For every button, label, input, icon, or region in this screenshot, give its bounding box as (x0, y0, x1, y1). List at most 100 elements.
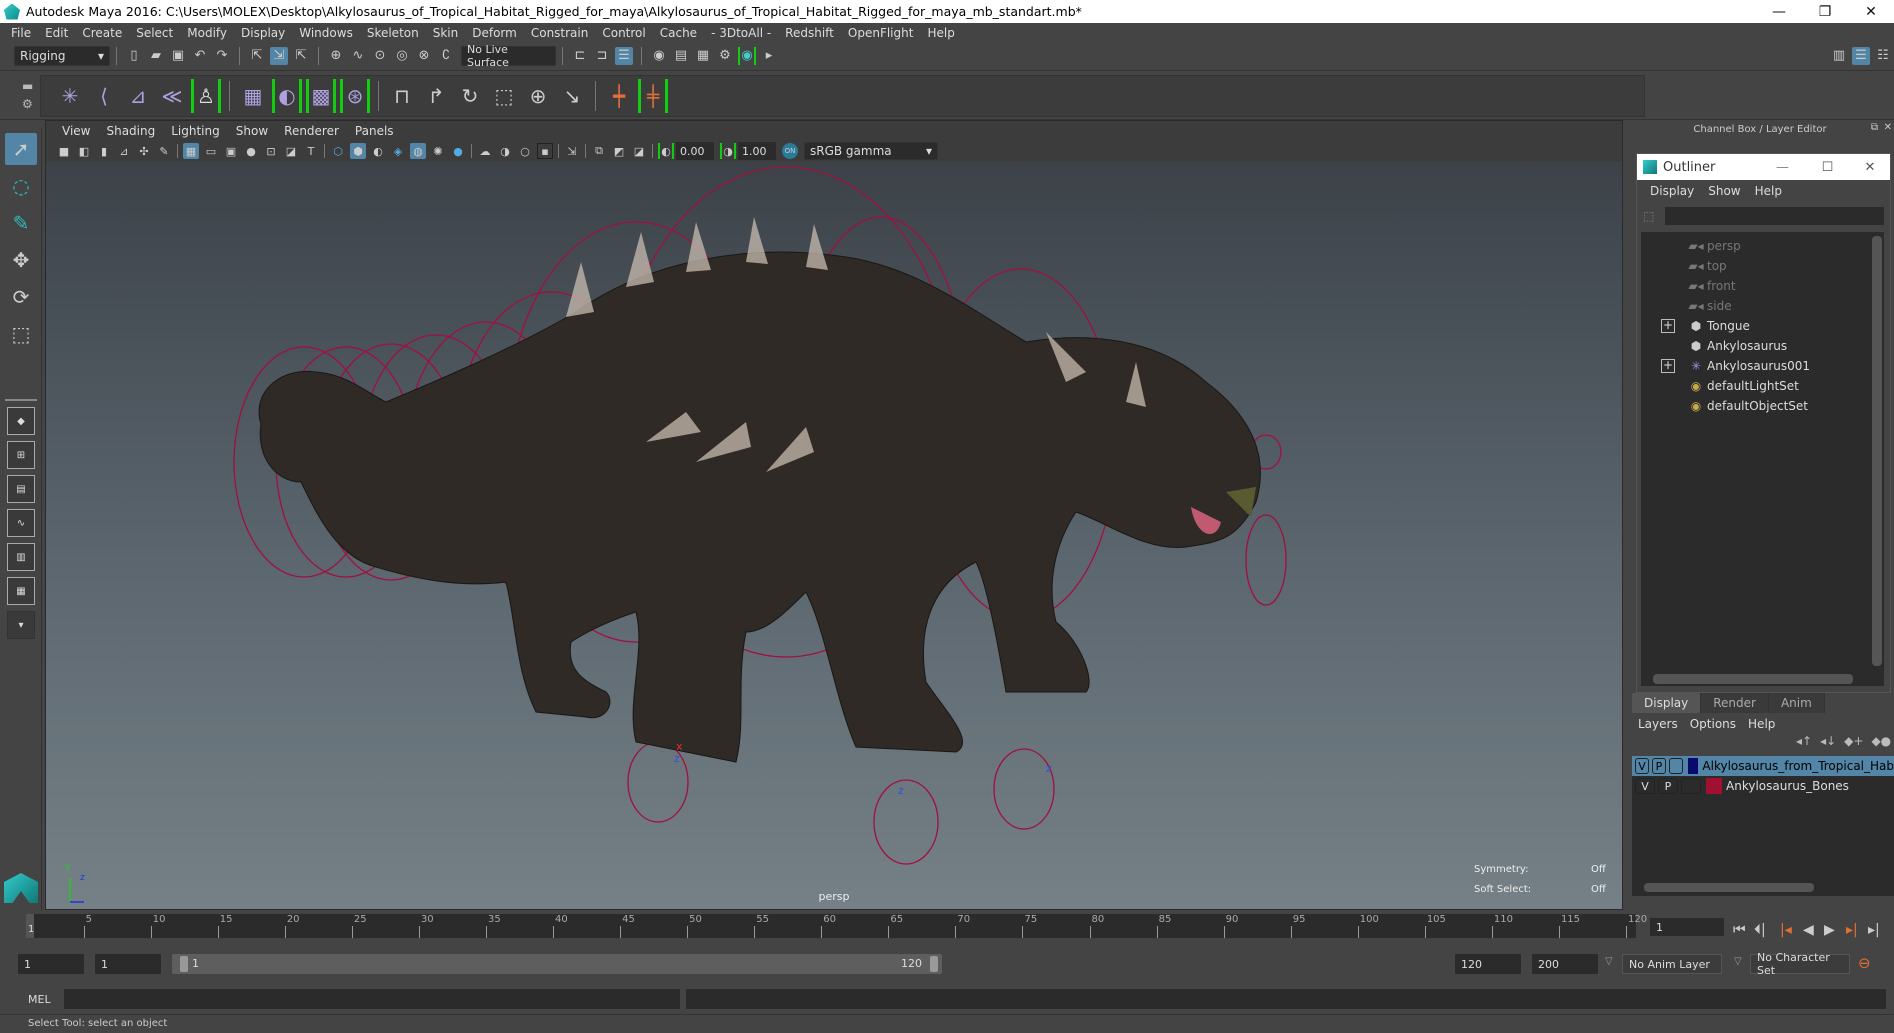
shelf-menu-icon[interactable]: ▬ (22, 79, 33, 93)
render-settings-icon[interactable]: ⚙ (716, 47, 734, 65)
character-set-field[interactable]: No Character Set (1750, 951, 1850, 977)
tool-settings-icon[interactable]: ☷ (1874, 47, 1892, 65)
camera-attributes-icon[interactable]: ◧ (76, 143, 92, 159)
vp-menu-lighting[interactable]: Lighting (163, 124, 228, 138)
tab-anim[interactable]: Anim (1768, 693, 1825, 713)
snap-point-icon[interactable]: ⊙ (371, 47, 389, 65)
hud-icon[interactable]: ◪ (631, 143, 647, 159)
viewport-scene[interactable]: x z z z y z Symmetry: Off Soft Select: O… (46, 162, 1622, 909)
wireframe-on-shaded-icon[interactable]: ◐ (370, 143, 386, 159)
field-chart-icon[interactable]: ⊡ (263, 143, 279, 159)
step-back-key-icon[interactable]: |◂ (1780, 922, 1792, 938)
exposure-field[interactable]: 0.00 (676, 142, 714, 160)
scale-tool-icon[interactable]: ⬚ (5, 318, 37, 350)
modeling-toolkit-icon[interactable]: ▥ (1830, 47, 1848, 65)
ipr-render-icon[interactable]: ▦ (694, 47, 712, 65)
gate-mask-icon[interactable]: ● (243, 143, 259, 159)
smooth-shade-icon[interactable]: ⬢ (350, 143, 366, 159)
jaw-control[interactable] (1245, 514, 1287, 606)
outliner-item-front[interactable]: ▰◂ front (1641, 276, 1884, 296)
outliner-item-persp[interactable]: ▰◂ persp (1641, 236, 1884, 256)
layer-row[interactable]: V P Alkylosaurus_from_Tropical_Hab (1632, 756, 1894, 776)
vp-menu-view[interactable]: View (54, 124, 98, 138)
wireframe-icon[interactable]: ⬡ (330, 143, 346, 159)
persp-outliner-layout-icon[interactable]: ▤ (7, 475, 35, 503)
expand-icon[interactable]: + (1661, 359, 1675, 373)
layer-playback-toggle[interactable]: P (1651, 758, 1666, 774)
point-constraint-icon[interactable]: ↱ (421, 79, 451, 113)
outliner-menu-help[interactable]: Help (1748, 184, 1789, 198)
auto-key-icon[interactable]: ⊖ (1858, 954, 1871, 972)
outliner-item-side[interactable]: ▰◂ side (1641, 296, 1884, 316)
outliner-item-ankylosaurus[interactable]: ⬢ Ankylosaurus (1641, 336, 1884, 356)
menu-skin[interactable]: Skin (426, 26, 466, 40)
aim-constraint-icon[interactable]: ⊕ (523, 79, 553, 113)
cluster-icon[interactable]: ⊛ (340, 79, 370, 113)
construction-history-icon[interactable]: ☰ (615, 46, 633, 65)
move-layer-down-icon[interactable]: ◂↓ (1820, 734, 1836, 748)
character-set-dropdown-icon[interactable]: ▽ (1734, 956, 1742, 967)
layer-display-type-toggle[interactable] (1668, 758, 1683, 774)
set-driven-key-icon[interactable]: ┿ (604, 79, 634, 113)
play-forwards-icon[interactable]: ▶ (1824, 922, 1835, 938)
exposure-icon[interactable]: ◐ (658, 143, 674, 159)
gamma-icon[interactable]: ◑ (720, 143, 736, 159)
color-management-toggle-icon[interactable]: ON (782, 143, 798, 159)
safe-title-icon[interactable]: T (303, 143, 319, 159)
vp-menu-panels[interactable]: Panels (347, 124, 402, 138)
anti-aliasing-icon[interactable]: ◑ (497, 143, 513, 159)
ankylosaurus-model[interactable] (258, 217, 1261, 763)
close-button[interactable]: ✕ (1850, 160, 1890, 175)
textured-icon[interactable]: ◈ (390, 143, 406, 159)
outliner-item-defaultobjectset[interactable]: ◉ defaultObjectSet (1641, 396, 1884, 416)
vp-menu-shading[interactable]: Shading (98, 124, 163, 138)
parent-constraint-icon[interactable]: ⊓ (387, 79, 417, 113)
layer-menu-layers[interactable]: Layers (1632, 717, 1684, 731)
animation-end-field[interactable]: 200 (1532, 954, 1598, 974)
redo-icon[interactable]: ↷ (213, 47, 231, 65)
foot-control-back-right[interactable] (993, 748, 1055, 830)
snap-curve-icon[interactable]: ∿ (349, 47, 367, 65)
tab-render[interactable]: Render (1701, 693, 1769, 713)
menu-openflight[interactable]: OpenFlight (841, 26, 921, 40)
filter-icon[interactable]: ⬚ (1643, 209, 1659, 223)
vp-menu-show[interactable]: Show (228, 124, 276, 138)
hypershade-icon[interactable]: ◉ (738, 46, 756, 65)
animation-start-field[interactable]: 1 (18, 954, 84, 974)
new-empty-layer-icon[interactable]: ◆+ (1844, 734, 1863, 748)
layer-color-swatch[interactable] (1706, 778, 1722, 794)
shelf-settings-icon[interactable]: ⚙ (22, 97, 33, 111)
humanik-icon[interactable]: ♙ (191, 79, 221, 113)
paint-skin-weights-icon[interactable]: ▦ (238, 79, 268, 113)
persp-graph-layout-icon[interactable]: ∿ (7, 509, 35, 537)
layer-playback-toggle[interactable]: P (1658, 778, 1678, 794)
snap-surface-icon[interactable]: ⊗ (415, 47, 433, 65)
ik-spline-icon[interactable]: ⊿ (123, 79, 153, 113)
snap-projected-icon[interactable]: ∁ (437, 47, 455, 65)
select-component-icon[interactable]: ⇱ (292, 47, 310, 65)
ik-handle-icon[interactable]: ⟨ (89, 79, 119, 113)
menu-constrain[interactable]: Constrain (524, 26, 596, 40)
menu-modify[interactable]: Modify (180, 26, 234, 40)
persp-graph-outliner-layout-icon[interactable]: ▦ (7, 577, 35, 605)
outliner-item-ankylosaurus001[interactable]: + ✳ Ankylosaurus001 (1641, 356, 1884, 376)
orient-constraint-icon[interactable]: ↻ (455, 79, 485, 113)
new-layer-from-selection-icon[interactable]: ◆● (1871, 734, 1891, 748)
layer-menu-help[interactable]: Help (1742, 717, 1781, 731)
tab-display[interactable]: Display (1632, 693, 1702, 713)
safe-action-icon[interactable]: ◪ (283, 143, 299, 159)
2d-pan-zoom-icon[interactable]: ✣ (136, 143, 152, 159)
more-layouts-icon[interactable]: ▾ (7, 611, 35, 639)
layer-visibility-toggle[interactable]: V (1635, 778, 1655, 794)
close-button[interactable]: ✕ (1848, 0, 1894, 23)
step-back-frame-icon[interactable]: ⏴| (1754, 922, 1766, 938)
command-language-label[interactable]: MEL (28, 993, 51, 1006)
layer-row[interactable]: V P Ankylosaurus_Bones (1632, 776, 1894, 796)
single-perspective-layout-icon[interactable]: ◆ (7, 407, 35, 435)
outliner-item-defaultlightset[interactable]: ◉ defaultLightSet (1641, 376, 1884, 396)
step-forward-key-icon[interactable]: ▸| (1846, 922, 1858, 938)
pole-vector-constraint-icon[interactable]: ↘ (557, 79, 587, 113)
select-hierarchy-icon[interactable]: ⇱ (248, 47, 266, 65)
foot-control-back-left[interactable] (873, 779, 939, 865)
create-ik-curve-icon[interactable]: ≪ (157, 79, 187, 113)
